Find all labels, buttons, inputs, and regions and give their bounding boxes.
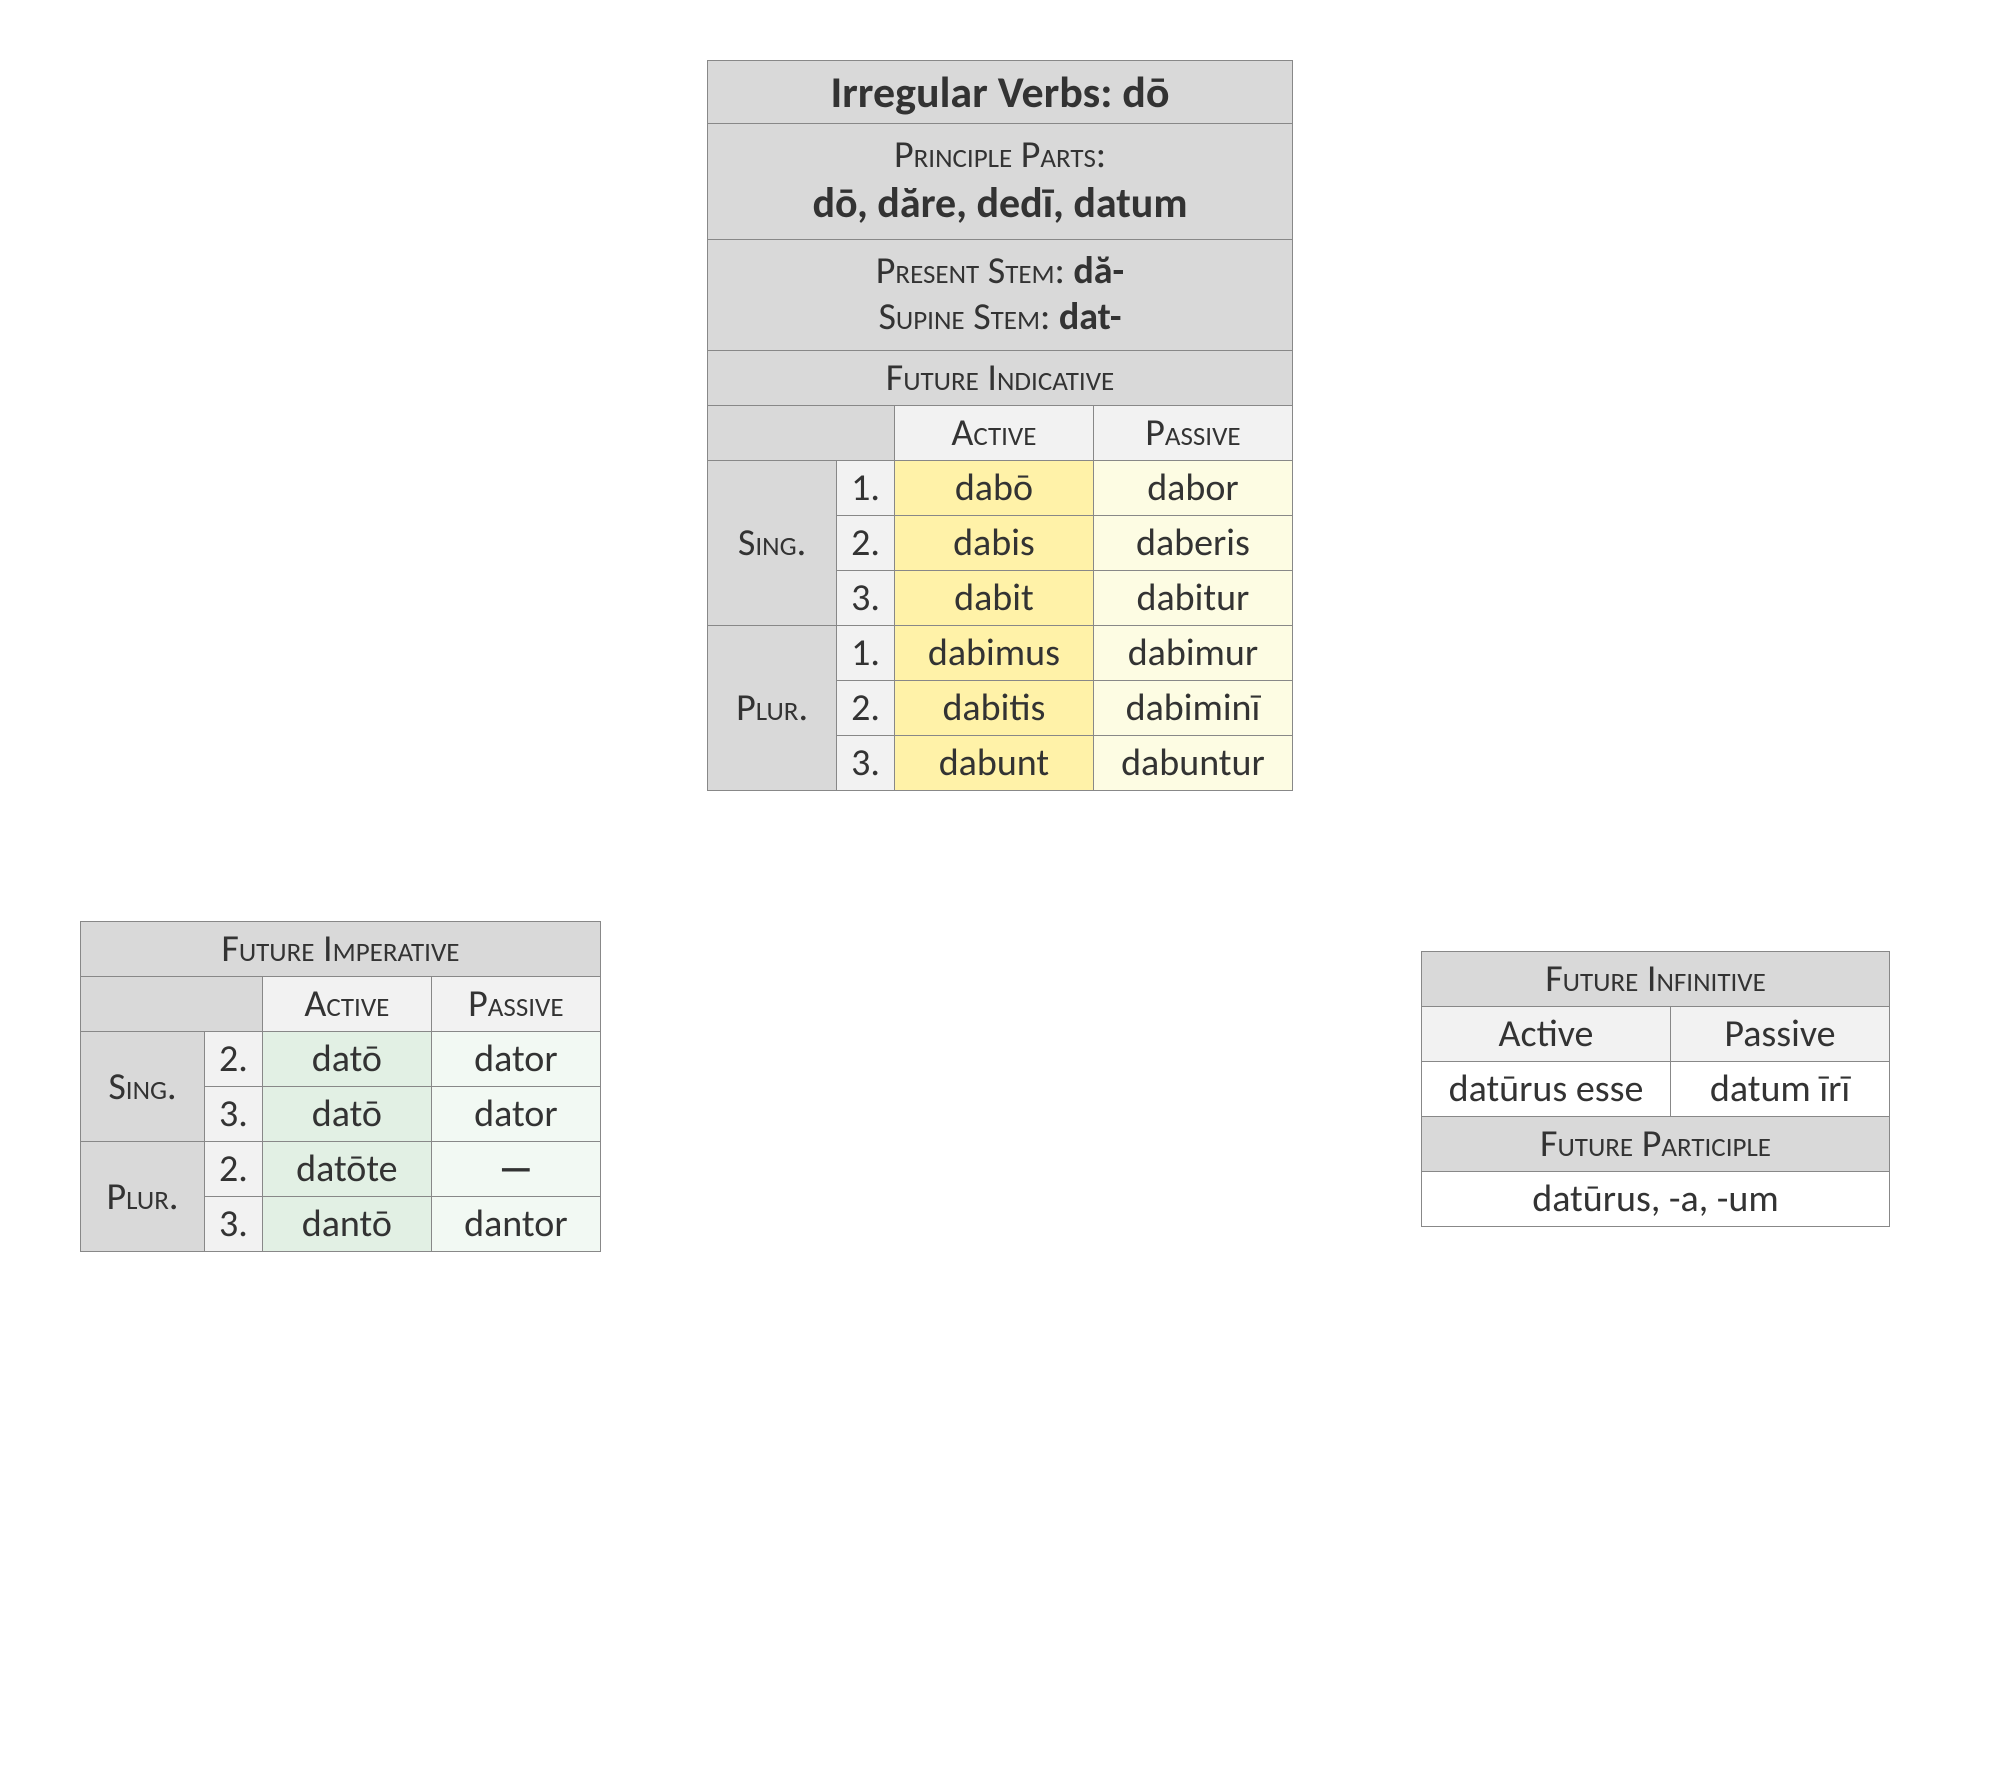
imper-p3: 3.	[205, 1087, 263, 1142]
person-1: 1.	[837, 461, 895, 516]
imper-col-passive: Passive	[431, 977, 600, 1032]
main-conjugation-table: Irregular Verbs: dō Principle Parts: dō,…	[707, 60, 1293, 791]
imperative-table: Future Imperative Active Passive Sing. 2…	[80, 921, 601, 1252]
present-stem-value: dă-	[1073, 248, 1124, 294]
imper-title: Future Imperative	[81, 922, 601, 977]
inf-passive: datum īrī	[1671, 1062, 1890, 1117]
plur-label: Plur.	[708, 626, 837, 791]
form-p2a: dabitis	[894, 681, 1093, 736]
imper-s2a: datō	[262, 1032, 431, 1087]
imper-pl3a: dantō	[262, 1197, 431, 1252]
main-title: Irregular Verbs: dō	[708, 61, 1293, 124]
form-s1a: dabō	[894, 461, 1093, 516]
person-2: 2.	[837, 516, 895, 571]
form-s2a: dabis	[894, 516, 1093, 571]
imper-s2p: dator	[431, 1032, 600, 1087]
person-2b: 2.	[837, 681, 895, 736]
form-p2p: dabiminī	[1093, 681, 1292, 736]
form-s3p: dabitur	[1093, 571, 1292, 626]
supine-stem-label: Supine Stem:	[878, 294, 1058, 340]
form-p1a: dabimus	[894, 626, 1093, 681]
part-title: Future Participle	[1422, 1117, 1890, 1172]
inf-active: datūrus esse	[1422, 1062, 1671, 1117]
imper-pl3p: dantor	[431, 1197, 600, 1252]
imper-pl2a: datōte	[262, 1142, 431, 1197]
col-passive: Passive	[1093, 406, 1292, 461]
blank-corner	[708, 406, 895, 461]
inf-title: Future Infinitive	[1422, 952, 1890, 1007]
principal-parts-cell: Principle Parts: dō, dăre, dedī, datum	[708, 124, 1293, 240]
supine-stem-value: dat-	[1059, 294, 1122, 340]
imper-blank	[81, 977, 263, 1032]
infinitive-participle-table: Future Infinitive Active Passive datūrus…	[1421, 951, 1890, 1227]
inf-col-passive: Passive	[1671, 1007, 1890, 1062]
form-s1p: dabor	[1093, 461, 1292, 516]
pp-label: Principle Parts:	[894, 132, 1106, 178]
imper-col-active: Active	[262, 977, 431, 1032]
present-stem-label: Present Stem:	[876, 248, 1074, 294]
pp-value: dō, dăre, dedī, datum	[812, 178, 1187, 229]
imper-pl2p: —	[431, 1142, 600, 1197]
person-1b: 1.	[837, 626, 895, 681]
form-p3p: dabuntur	[1093, 736, 1292, 791]
form-p1p: dabimur	[1093, 626, 1292, 681]
person-3: 3.	[837, 571, 895, 626]
col-active: Active	[894, 406, 1093, 461]
imper-plur: Plur.	[81, 1142, 205, 1252]
imper-p2: 2.	[205, 1032, 263, 1087]
stems-cell: Present Stem: dă- Supine Stem: dat-	[708, 240, 1293, 351]
part-value: datūrus, -a, -um	[1422, 1172, 1890, 1227]
person-3b: 3.	[837, 736, 895, 791]
form-s2p: daberis	[1093, 516, 1292, 571]
imper-s3a: datō	[262, 1087, 431, 1142]
form-s3a: dabit	[894, 571, 1093, 626]
inf-col-active: Active	[1422, 1007, 1671, 1062]
imper-p3b: 3.	[205, 1197, 263, 1252]
imper-sing: Sing.	[81, 1032, 205, 1142]
tense-header: Future Indicative	[708, 351, 1293, 406]
imper-s3p: dator	[431, 1087, 600, 1142]
imper-p2b: 2.	[205, 1142, 263, 1197]
sing-label: Sing.	[708, 461, 837, 626]
form-p3a: dabunt	[894, 736, 1093, 791]
